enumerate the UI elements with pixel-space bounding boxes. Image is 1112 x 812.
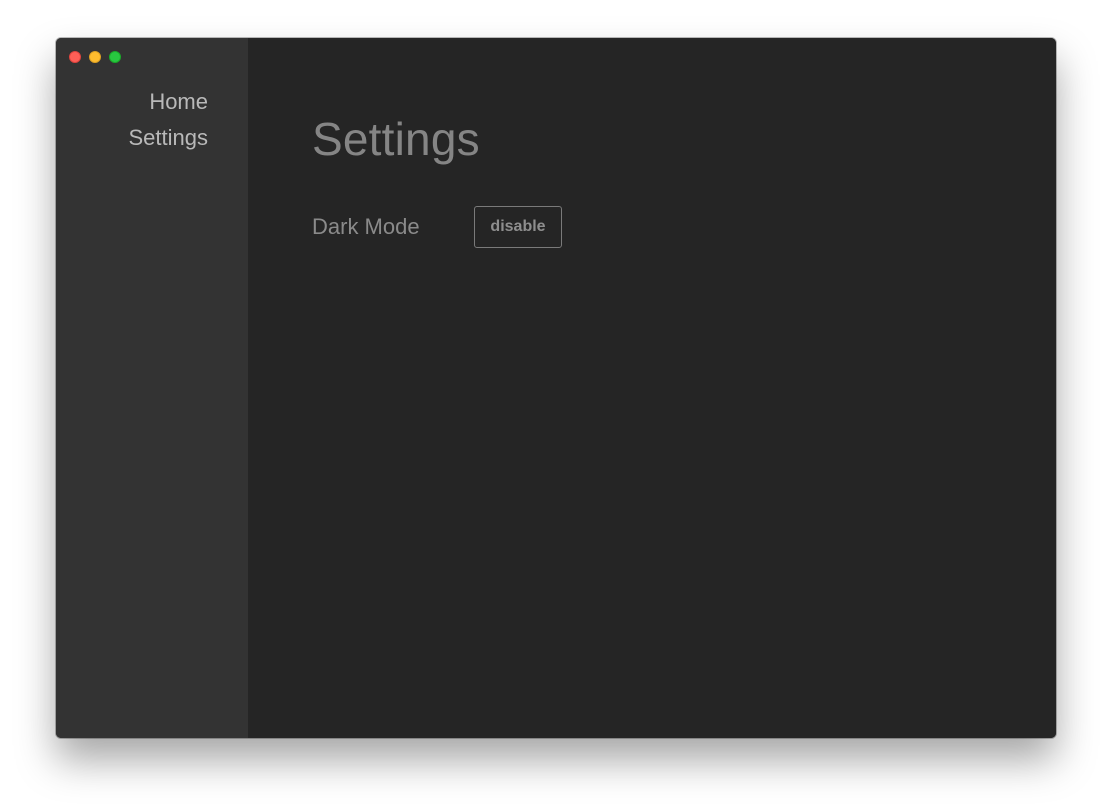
window-controls: [69, 51, 121, 63]
close-window-button[interactable]: [69, 51, 81, 63]
dark-mode-toggle-button[interactable]: disable: [474, 206, 562, 248]
minimize-window-button[interactable]: [89, 51, 101, 63]
dark-mode-setting-row: Dark Mode disable: [312, 206, 562, 248]
dark-mode-label: Dark Mode: [312, 214, 420, 239]
sidebar: Home Settings: [56, 38, 248, 738]
page-title: Settings: [312, 113, 480, 165]
zoom-window-button[interactable]: [109, 51, 121, 63]
sidebar-nav: Home Settings: [129, 84, 209, 156]
sidebar-item-home[interactable]: Home: [129, 84, 208, 120]
app-window: Home Settings Settings Dark Mode disable: [56, 38, 1056, 738]
main-content: Settings Dark Mode disable: [248, 38, 1056, 738]
sidebar-item-settings[interactable]: Settings: [129, 120, 209, 156]
